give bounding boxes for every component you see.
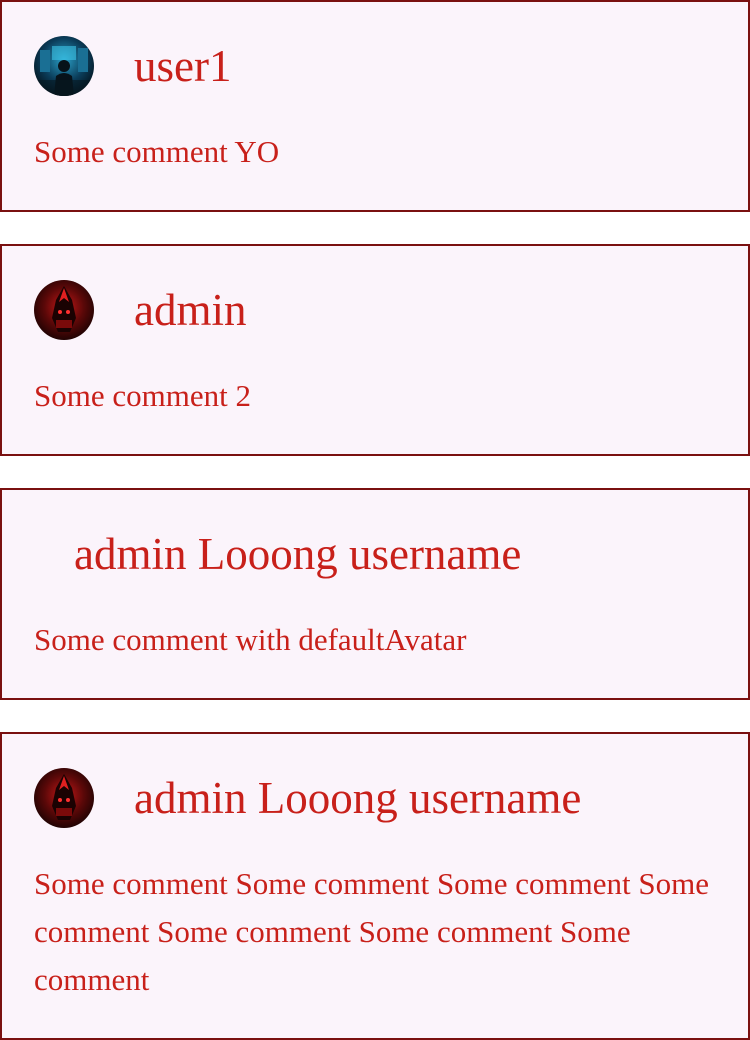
comment-card: admin Looong username Some comment Some …	[0, 732, 750, 1040]
comment-username[interactable]: admin Looong username	[74, 524, 521, 584]
user-avatar[interactable]	[34, 36, 94, 96]
comment-header: admin	[34, 280, 246, 340]
red-hooded-avatar-icon	[34, 768, 94, 828]
comment-username[interactable]: admin Looong username	[134, 768, 581, 828]
comment-header: admin Looong username	[34, 768, 581, 828]
comment-text: Some comment YO	[34, 134, 280, 169]
comment-header: user1	[34, 36, 231, 96]
user-avatar[interactable]	[34, 280, 94, 340]
red-hooded-avatar-icon	[34, 280, 94, 340]
comment-username[interactable]: user1	[134, 36, 231, 96]
city-hacker-avatar-icon	[34, 36, 94, 96]
comment-card: admin Looong username Some comment with …	[0, 488, 750, 700]
comment-username[interactable]: admin	[134, 280, 246, 340]
user-avatar[interactable]	[34, 768, 94, 828]
comment-text: Some comment 2	[34, 378, 251, 413]
comment-card: admin Some comment 2	[0, 244, 750, 456]
comment-card: user1 Some comment YO	[0, 0, 750, 212]
comment-text: Some comment Some comment Some comment S…	[34, 866, 710, 997]
comment-header: admin Looong username	[34, 524, 521, 584]
comment-text: Some comment with defaultAvatar	[34, 622, 467, 657]
